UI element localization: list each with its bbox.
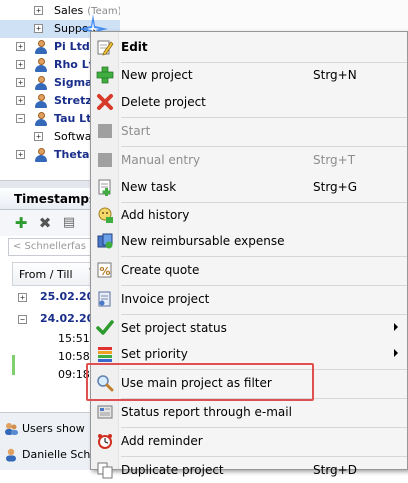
menu-label: Use main project as filter bbox=[121, 376, 272, 390]
menu-label: Add history bbox=[121, 208, 190, 222]
menu-item-duplicate-project[interactable]: Duplicate project Strg+D bbox=[92, 457, 406, 483]
date-label: 24.02.20 bbox=[40, 312, 95, 325]
expand-icon[interactable]: + bbox=[16, 150, 25, 159]
person-icon bbox=[34, 58, 48, 72]
magnifier-icon bbox=[97, 375, 114, 392]
expand-icon[interactable]: + bbox=[34, 24, 43, 33]
plus-icon bbox=[96, 66, 114, 84]
time-entry[interactable]: 10:58 bbox=[58, 350, 90, 366]
tree-label: Sigma bbox=[54, 76, 93, 89]
time-entry[interactable]: 15:51 bbox=[58, 332, 90, 348]
person-icon bbox=[34, 94, 48, 108]
expand-icon[interactable]: + bbox=[16, 60, 25, 69]
menu-label: Manual entry bbox=[121, 153, 201, 167]
menu-label: Add reminder bbox=[121, 434, 203, 448]
menu-label: Invoice project bbox=[121, 292, 210, 306]
report-icon bbox=[97, 405, 113, 419]
expand-icon[interactable]: + bbox=[16, 96, 25, 105]
menu-label: Delete project bbox=[121, 95, 206, 109]
user-icon bbox=[6, 448, 16, 462]
context-menu: Edit New project Strg+N Delete project S… bbox=[90, 31, 408, 479]
add-icon[interactable]: ✚ bbox=[12, 214, 30, 232]
menu-label: Duplicate project bbox=[121, 463, 224, 477]
tree-label: Stretz bbox=[54, 94, 92, 107]
quote-icon: % bbox=[97, 262, 112, 278]
expand-icon[interactable]: + bbox=[34, 132, 43, 141]
menu-item-manual-entry[interactable]: Manual entry Strg+T bbox=[92, 147, 406, 173]
new-task-icon bbox=[98, 179, 111, 196]
tree-label: Softwa bbox=[54, 130, 92, 143]
menu-label: Set project status bbox=[121, 321, 227, 335]
menu-shortcut: Strg+D bbox=[313, 463, 357, 477]
column-label: From / Till bbox=[19, 268, 73, 281]
users-icon bbox=[5, 423, 18, 435]
collapse-icon[interactable]: − bbox=[16, 114, 25, 123]
tree-label: Theta bbox=[54, 148, 90, 161]
user-name: Danielle Sch bbox=[22, 448, 91, 461]
menu-label: Status report through e-mail bbox=[121, 405, 292, 419]
menu-item-new-project[interactable]: New project Strg+N bbox=[92, 62, 406, 88]
menu-item-set-project-status[interactable]: Set project status bbox=[92, 315, 406, 341]
menu-item-add-history[interactable]: Add history bbox=[92, 202, 406, 228]
menu-item-new-expense[interactable]: New reimbursable expense bbox=[92, 228, 406, 254]
menu-shortcut: Strg+T bbox=[313, 153, 356, 167]
menu-label: New project bbox=[121, 68, 193, 82]
svg-text:%: % bbox=[100, 265, 111, 278]
tree-label: Tau Lt bbox=[54, 112, 92, 125]
menu-item-use-main-project-as-filter[interactable]: Use main project as filter bbox=[92, 370, 406, 396]
collapse-icon[interactable]: − bbox=[18, 315, 27, 324]
alarm-clock-icon bbox=[98, 434, 112, 449]
menu-item-create-quote[interactable]: % Create quote bbox=[92, 257, 406, 283]
menu-label: New task bbox=[121, 180, 177, 194]
menu-label: Create quote bbox=[121, 263, 200, 277]
expand-icon[interactable]: + bbox=[16, 78, 25, 87]
delete-icon[interactable]: ✖ bbox=[36, 214, 54, 232]
activity-bar bbox=[12, 355, 15, 375]
duplicate-icon bbox=[97, 462, 113, 479]
manual-entry-icon bbox=[98, 153, 112, 167]
invoice-icon bbox=[98, 291, 111, 307]
menu-item-start[interactable]: Start bbox=[92, 118, 406, 144]
menu-shortcut: Strg+G bbox=[313, 180, 358, 194]
menu-item-edit[interactable]: Edit bbox=[92, 34, 406, 60]
start-icon bbox=[98, 124, 112, 138]
time-entry[interactable]: 09:18 bbox=[58, 368, 90, 384]
history-icon bbox=[98, 207, 113, 223]
menu-label: Edit bbox=[121, 40, 148, 54]
menu-item-new-task[interactable]: New task Strg+G bbox=[92, 174, 406, 200]
person-icon bbox=[34, 148, 48, 162]
menu-item-set-priority[interactable]: Set priority bbox=[92, 341, 406, 367]
person-icon bbox=[34, 40, 48, 54]
menu-item-add-reminder[interactable]: Add reminder bbox=[92, 428, 406, 454]
menu-shortcut: Strg+N bbox=[313, 68, 357, 82]
expand-icon[interactable]: + bbox=[16, 42, 25, 51]
date-label: 25.02.20 bbox=[40, 290, 95, 303]
menu-item-status-report-email[interactable]: Status report through e-mail bbox=[92, 399, 406, 425]
submenu-arrow-icon bbox=[394, 349, 398, 357]
menu-label: Start bbox=[121, 124, 151, 138]
expand-icon[interactable]: + bbox=[18, 293, 27, 302]
delete-icon bbox=[97, 94, 113, 110]
users-label: Users show bbox=[22, 422, 85, 435]
edit-icon bbox=[97, 40, 114, 56]
menu-item-invoice-project[interactable]: Invoice project bbox=[92, 286, 406, 312]
person-icon bbox=[34, 76, 48, 90]
checkmark-icon bbox=[96, 320, 114, 335]
expense-icon bbox=[97, 233, 113, 249]
print-icon[interactable]: ▤ bbox=[60, 214, 78, 232]
menu-item-delete-project[interactable]: Delete project bbox=[92, 89, 406, 115]
priority-icon bbox=[98, 347, 112, 362]
expand-icon[interactable]: + bbox=[34, 6, 43, 15]
menu-label: Set priority bbox=[121, 347, 188, 361]
submenu-arrow-icon bbox=[394, 323, 398, 331]
person-icon bbox=[34, 112, 48, 126]
menu-label: New reimbursable expense bbox=[121, 234, 285, 248]
